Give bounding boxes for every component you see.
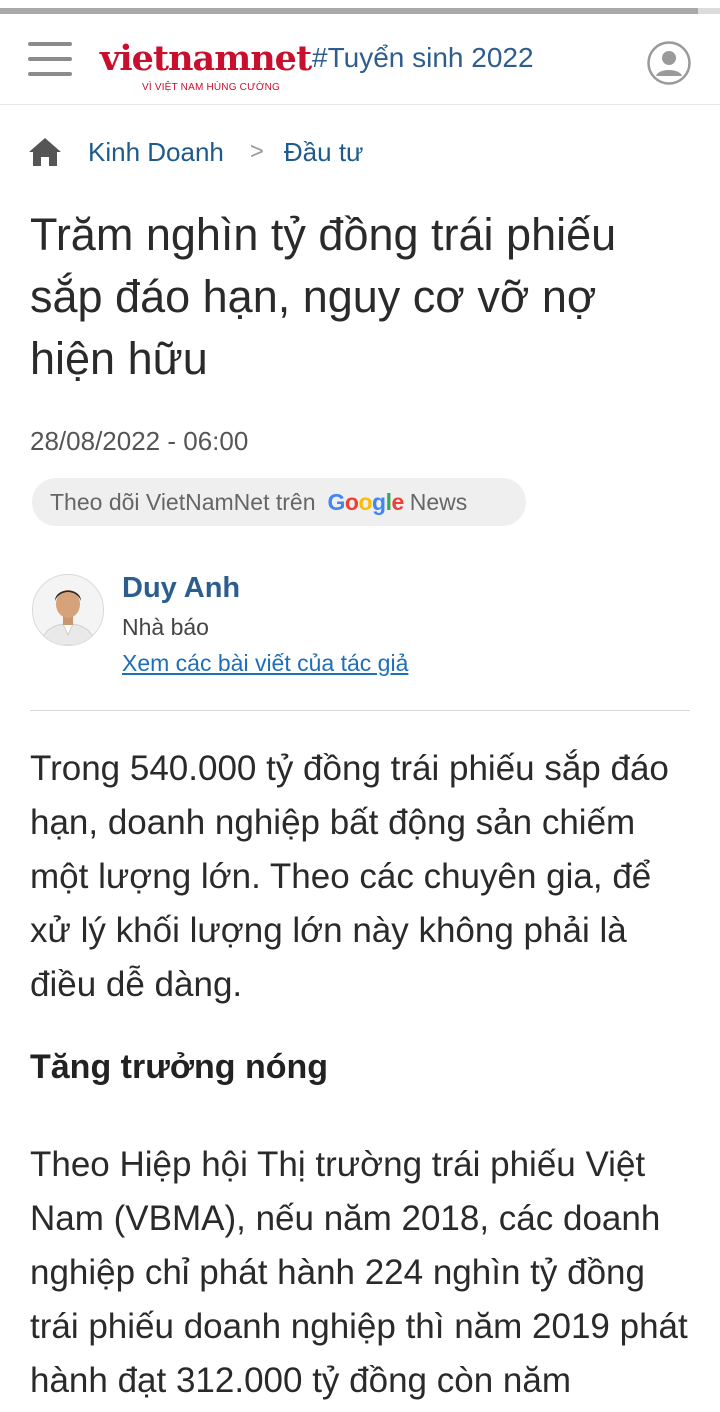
author-role: Nhà báo xyxy=(122,614,209,640)
reading-progress-bar xyxy=(0,8,720,14)
author-articles-link[interactable]: Xem các bài viết của tác giả xyxy=(122,650,408,677)
logo-tagline: VÌ VIỆT NAM HÙNG CƯỜNG xyxy=(142,82,281,93)
breadcrumb-separator: > xyxy=(249,138,264,165)
section-heading: Tăng trưởng nóng xyxy=(30,1048,329,1086)
author-name[interactable]: Duy Anh xyxy=(122,572,240,605)
news-label: News xyxy=(409,488,468,515)
breadcrumb-category[interactable]: Kinh Doanh xyxy=(88,137,224,168)
article-sapo: Trong 540.000 tỷ đồng trái phiếu sắp đáo… xyxy=(30,749,669,1004)
publish-date: 28/08/2022 - 06:00 xyxy=(30,426,249,456)
topic-tag-link[interactable]: #Tuyển sinh 2022 xyxy=(312,42,534,74)
reading-progress-fill xyxy=(0,8,699,14)
follow-google-news-button[interactable]: Theo dõi VietNamNet trên Google News xyxy=(32,478,526,526)
breadcrumb-subcategory[interactable]: Đầu tư xyxy=(284,137,364,168)
hamburger-menu-icon[interactable] xyxy=(28,42,72,80)
divider xyxy=(30,710,690,711)
article-paragraph: Theo Hiệp hội Thị trường trái phiếu Việt… xyxy=(30,1145,688,1400)
logo-wordmark: vietnamnet xyxy=(100,38,312,79)
breadcrumb: Kinh Doanh > Đầu tư xyxy=(28,134,363,170)
vietnamnet-logo[interactable]: vietnamnet VÌ VIỆT NAM HÙNG CƯỜNG xyxy=(100,36,312,94)
author-photo xyxy=(33,575,103,645)
home-icon[interactable] xyxy=(28,137,62,167)
user-circle-icon[interactable] xyxy=(646,40,692,86)
follow-text: Theo dõi VietNamNet trên xyxy=(50,488,316,515)
google-logo: Google xyxy=(327,488,405,515)
top-bar: vietnamnet VÌ VIỆT NAM HÙNG CƯỜNG #Tuyển… xyxy=(0,18,720,105)
author-avatar[interactable] xyxy=(32,574,104,646)
article-title: Trăm nghìn tỷ đồng trái phiếu sắp đáo hạ… xyxy=(30,209,617,384)
